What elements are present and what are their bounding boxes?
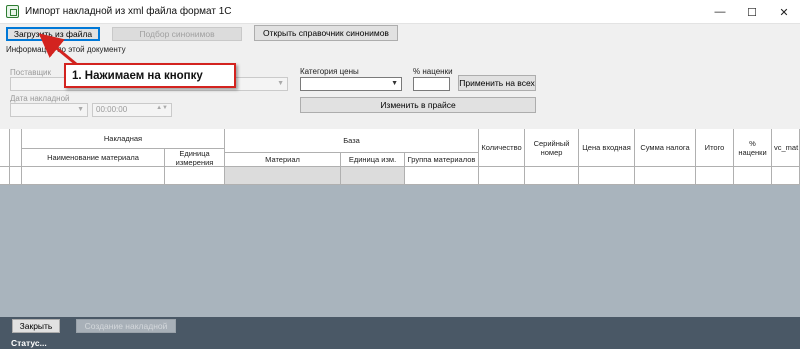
annotation-callout: 1. Нажимаем на кнопку — [64, 63, 236, 88]
annotation-arrow-icon — [38, 33, 77, 66]
